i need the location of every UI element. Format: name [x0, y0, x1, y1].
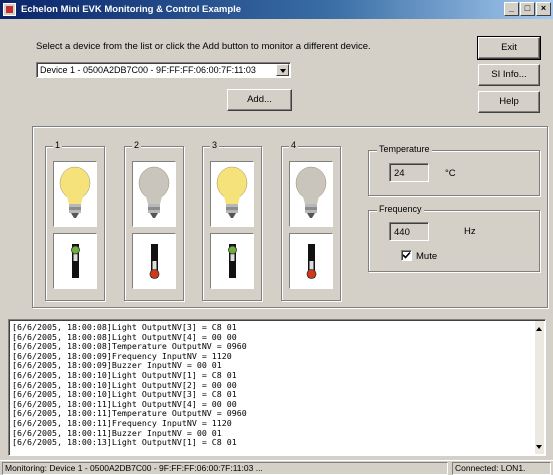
help-button[interactable]: Help	[478, 91, 540, 113]
status-bar: Monitoring: Device 1 - 0500A2DB7C00 - 9F…	[0, 460, 553, 475]
scroll-down-icon[interactable]	[536, 445, 542, 449]
mute-label[interactable]: Mute	[416, 251, 437, 262]
exit-button[interactable]: Exit	[477, 36, 541, 60]
app-icon	[3, 3, 16, 16]
instruction-text: Select a device from the list or click t…	[36, 41, 371, 52]
switch-down-icon[interactable]	[289, 233, 333, 289]
switch-up-icon[interactable]	[53, 233, 97, 289]
device-group-2: 2	[124, 140, 184, 301]
scroll-up-icon[interactable]	[536, 327, 542, 331]
status-monitoring: Monitoring: Device 1 - 0500A2DB7C00 - 9F…	[2, 462, 448, 475]
minimize-button[interactable]: _	[504, 2, 519, 16]
event-log[interactable]: [6/6/2005, 18:00:08]Light OutputNV[3] = …	[8, 319, 546, 456]
log-line: [6/6/2005, 18:00:13]Light OutputNV[1] = …	[12, 437, 237, 448]
title-bar[interactable]: Echelon Mini EVK Monitoring & Control Ex…	[0, 0, 553, 19]
add-button[interactable]: Add...	[227, 89, 292, 111]
window-title: Echelon Mini EVK Monitoring & Control Ex…	[21, 4, 242, 15]
device-number: 2	[132, 140, 142, 150]
maximize-button[interactable]: □	[520, 2, 535, 16]
bulb-off-icon	[132, 161, 176, 227]
device-number: 1	[53, 140, 63, 150]
status-connection: Connected: LON1.	[452, 462, 551, 475]
dropdown-arrow-icon[interactable]	[276, 64, 289, 76]
device-number: 4	[289, 140, 299, 150]
device-number: 3	[210, 140, 220, 150]
device-group-3: 3	[202, 140, 262, 301]
temperature-value: 24	[389, 163, 429, 182]
switch-up-icon[interactable]	[210, 233, 254, 289]
si-info-button[interactable]: SI Info...	[478, 64, 540, 86]
frequency-input[interactable]: 440	[389, 222, 429, 241]
event-log-lines: [6/6/2005, 18:00:08]Light OutputNV[3] = …	[12, 322, 247, 448]
device-group-4: 4	[281, 140, 341, 301]
log-scrollbar[interactable]	[535, 321, 544, 454]
frequency-unit: Hz	[464, 226, 476, 237]
switch-down-icon[interactable]	[132, 233, 176, 289]
temperature-unit: °C	[445, 168, 456, 179]
close-button[interactable]: ×	[536, 2, 551, 16]
bulb-off-icon	[289, 161, 333, 227]
mute-checkbox[interactable]	[401, 250, 412, 261]
bulb-on-icon	[53, 161, 97, 227]
bulb-on-icon	[210, 161, 254, 227]
device-group-1: 1	[45, 140, 105, 301]
checkmark-icon	[402, 251, 411, 259]
app-window: Echelon Mini EVK Monitoring & Control Ex…	[0, 0, 553, 475]
frequency-group: Frequency	[368, 204, 540, 272]
device-select-value: Device 1 - 0500A2DB7C00 - 9F:FF:FF:06:00…	[40, 65, 256, 75]
temperature-label: Temperature	[377, 144, 432, 154]
frequency-label: Frequency	[377, 204, 424, 214]
device-select[interactable]: Device 1 - 0500A2DB7C00 - 9F:FF:FF:06:00…	[36, 62, 291, 78]
